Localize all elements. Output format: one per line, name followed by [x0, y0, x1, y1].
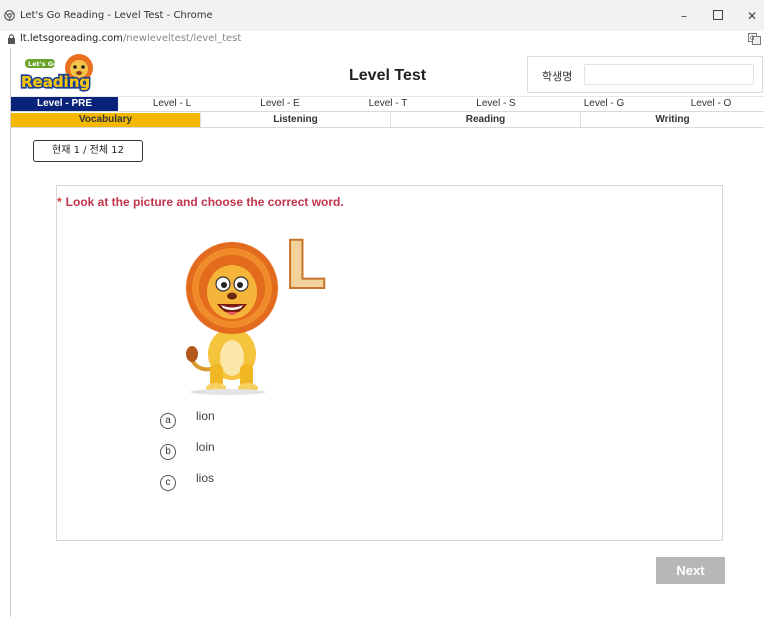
question-card — [56, 185, 723, 541]
url-host: lt.letsgoreading.com — [20, 33, 123, 44]
window-title: Let's Go Reading - Level Test - Chrome — [20, 10, 213, 21]
picture-letter: L — [284, 227, 326, 304]
option-marker-c[interactable]: c — [160, 475, 176, 491]
maximize-icon[interactable] — [708, 6, 728, 26]
address-bar[interactable]: lt.letsgoreading.com/newleveltest/level_… — [0, 31, 764, 49]
url-path: /newleveltest/level_test — [122, 33, 242, 44]
tab-level-pre[interactable]: Level - PRE — [11, 97, 118, 111]
page-header: Let's Go Reading Reading Level Test 학생명 — [11, 48, 764, 96]
tab-listening[interactable]: Listening — [201, 113, 391, 127]
student-name-field[interactable] — [584, 64, 754, 85]
tab-reading[interactable]: Reading — [391, 113, 581, 127]
option-text-b[interactable]: loin — [196, 440, 215, 454]
question-prompt: * Look at the picture and choose the corr… — [57, 195, 344, 209]
option-text-c[interactable]: lios — [196, 471, 214, 485]
next-button[interactable]: Next — [656, 557, 725, 584]
chrome-icon — [4, 10, 15, 21]
browser-title-bar: Let's Go Reading - Level Test - Chrome –… — [0, 0, 764, 32]
section-tabs: Vocabulary Listening Reading Writing — [11, 113, 764, 128]
option-marker-b[interactable]: b — [160, 444, 176, 460]
question-prompt-text: Look at the picture and choose the corre… — [65, 195, 344, 209]
tab-level-o[interactable]: Level - O — [658, 97, 764, 111]
tab-level-l[interactable]: Level - L — [118, 97, 226, 111]
logo-lets-go-text: Let's Go — [28, 60, 58, 68]
required-marker: * — [57, 195, 62, 209]
minimize-icon[interactable]: – — [674, 6, 694, 26]
option-text-a[interactable]: lion — [196, 409, 215, 423]
progress-indicator: 현재 1 / 전체 12 — [33, 140, 143, 162]
lets-go-reading-logo[interactable]: Let's Go Reading Reading — [19, 50, 99, 96]
svg-text:G: G — [750, 35, 755, 42]
tab-level-s[interactable]: Level - S — [442, 97, 550, 111]
page-left-gutter — [0, 48, 11, 617]
student-name-label: 학생명 — [542, 70, 573, 83]
tab-level-e[interactable]: Level - E — [226, 97, 334, 111]
tab-vocabulary[interactable]: Vocabulary — [11, 113, 201, 127]
tab-writing[interactable]: Writing — [581, 113, 764, 127]
student-name-box: 학생명 — [527, 56, 763, 93]
close-icon[interactable]: ✕ — [742, 6, 762, 26]
lion-picture: L — [186, 226, 327, 395]
url-text[interactable]: lt.letsgoreading.com/newleveltest/level_… — [20, 33, 241, 44]
level-tabs: Level - PRE Level - L Level - E Level - … — [11, 96, 764, 112]
logo-reading-fill: Reading — [21, 73, 90, 91]
option-marker-a[interactable]: a — [160, 413, 176, 429]
tab-level-g[interactable]: Level - G — [550, 97, 658, 111]
tab-level-t[interactable]: Level - T — [334, 97, 442, 111]
lock-icon — [8, 34, 15, 44]
page-title: Level Test — [349, 67, 427, 84]
translate-icon[interactable]: G — [748, 33, 761, 45]
